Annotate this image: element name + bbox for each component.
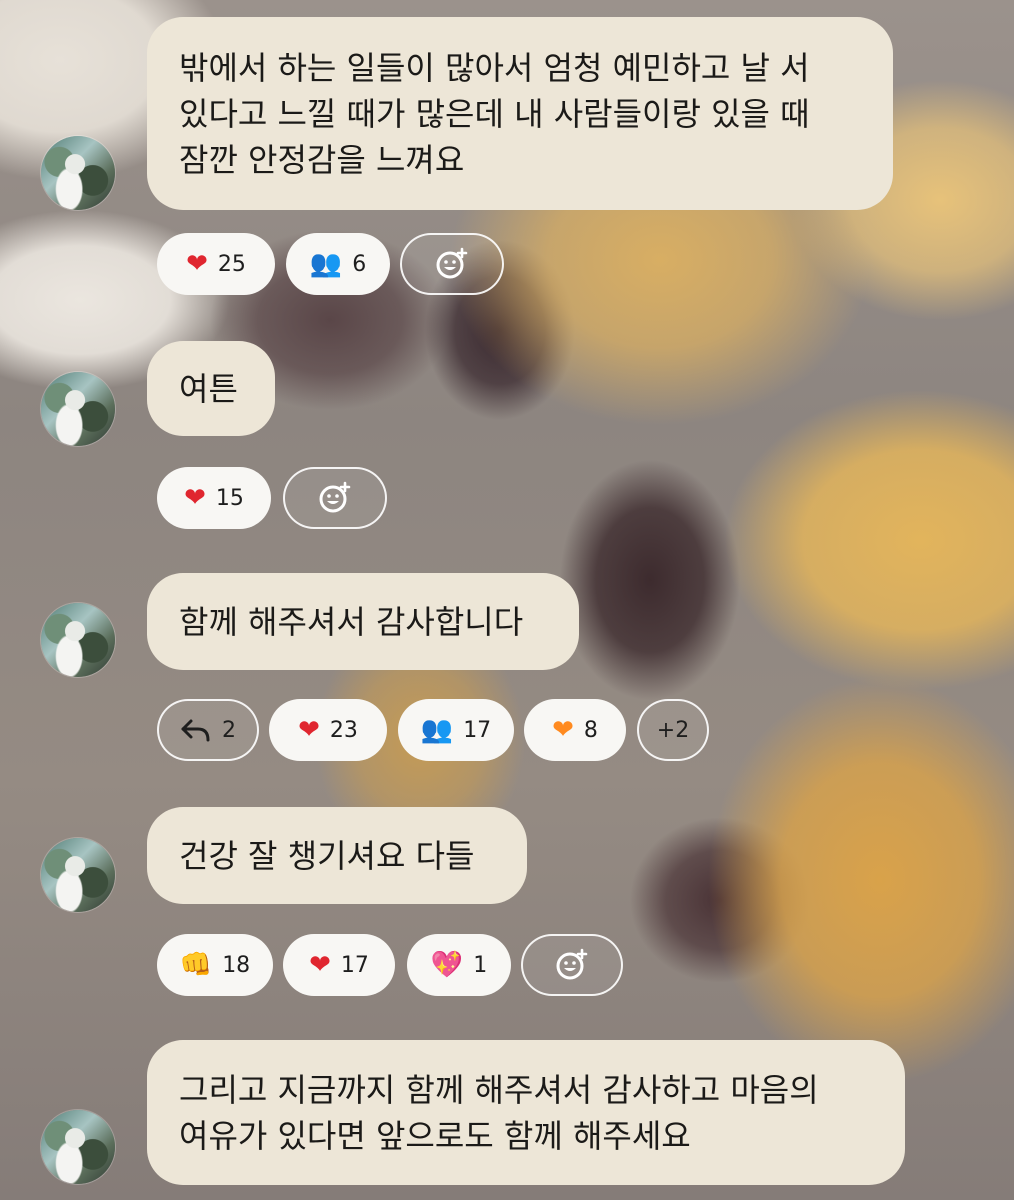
- reaction-count: 23: [329, 717, 358, 743]
- avatar[interactable]: [41, 136, 115, 210]
- reaction-sparkling-heart[interactable]: 💖 1: [407, 934, 511, 996]
- reaction-bar: ❤ 25 👥 6: [157, 233, 517, 299]
- reply-count-button[interactable]: 2: [157, 699, 259, 761]
- add-reaction-icon: [436, 247, 468, 279]
- people-icon: 👥: [420, 715, 454, 745]
- fist-bump-icon: 👊: [179, 950, 213, 980]
- red-heart-icon: ❤: [186, 249, 208, 279]
- message-text: 건강 잘 챙기셔요 다들: [179, 836, 475, 875]
- message-bubble[interactable]: 건강 잘 챙기셔요 다들: [147, 807, 527, 904]
- reaction-bar: 👊 18 ❤ 17 💖 1: [157, 934, 637, 1000]
- add-reaction-button[interactable]: [400, 233, 504, 295]
- message-bubble[interactable]: 여튼: [147, 341, 275, 436]
- avatar[interactable]: [41, 1110, 115, 1184]
- reaction-orange-heart[interactable]: ❤ 8: [524, 699, 626, 761]
- reaction-count: 18: [222, 952, 251, 978]
- reaction-count: 17: [463, 717, 492, 743]
- reaction-people[interactable]: 👥 6: [286, 233, 390, 295]
- people-icon: 👥: [309, 249, 343, 279]
- orange-heart-icon: ❤: [552, 715, 574, 745]
- message-text: 밖에서 하는 일들이 많아서 엄청 예민하고 날 서 있다고 느낄 때가 많은데…: [179, 48, 810, 179]
- avatar[interactable]: [41, 838, 115, 912]
- reaction-count: 15: [215, 485, 244, 511]
- reaction-heart[interactable]: ❤ 23: [269, 699, 387, 761]
- more-reactions-count: +2: [656, 717, 690, 743]
- reaction-bar: 2 ❤ 23 👥 17 ❤ 8 +2: [157, 699, 717, 765]
- red-heart-icon: ❤: [184, 483, 206, 513]
- message-bubble[interactable]: 그리고 지금까지 함께 해주셔서 감사하고 마음의 여유가 있다면 앞으로도 함…: [147, 1040, 905, 1185]
- reply-icon: [181, 719, 210, 742]
- message-bubble[interactable]: 밖에서 하는 일들이 많아서 엄청 예민하고 날 서 있다고 느낄 때가 많은데…: [147, 17, 893, 210]
- message-text: 함께 해주셔서 감사합니다: [179, 602, 524, 641]
- avatar[interactable]: [41, 372, 115, 446]
- reaction-fist-bump[interactable]: 👊 18: [157, 934, 273, 996]
- red-heart-icon: ❤: [309, 950, 331, 980]
- reaction-people[interactable]: 👥 17: [398, 699, 514, 761]
- message-text: 그리고 지금까지 함께 해주셔서 감사하고 마음의 여유가 있다면 앞으로도 함…: [179, 1070, 819, 1155]
- reaction-count: 8: [583, 717, 598, 743]
- reaction-heart[interactable]: ❤ 17: [283, 934, 395, 996]
- sparkling-heart-icon: 💖: [430, 950, 464, 980]
- add-reaction-button[interactable]: [521, 934, 623, 996]
- reaction-count: 6: [352, 251, 367, 277]
- add-reaction-icon: [319, 481, 351, 513]
- add-reaction-icon: [556, 948, 588, 980]
- reaction-heart[interactable]: ❤ 15: [157, 467, 271, 529]
- red-heart-icon: ❤: [298, 715, 320, 745]
- avatar[interactable]: [41, 603, 115, 677]
- more-reactions-button[interactable]: +2: [637, 699, 709, 761]
- reaction-bar: ❤ 15: [157, 467, 397, 533]
- add-reaction-button[interactable]: [283, 467, 387, 529]
- reaction-heart[interactable]: ❤ 25: [157, 233, 275, 295]
- reaction-count: 1: [473, 952, 488, 978]
- message-bubble[interactable]: 함께 해주셔서 감사합니다: [147, 573, 579, 670]
- reaction-count: 25: [217, 251, 246, 277]
- reaction-count: 2: [222, 717, 236, 743]
- reaction-count: 17: [340, 952, 369, 978]
- message-text: 여튼: [179, 369, 238, 408]
